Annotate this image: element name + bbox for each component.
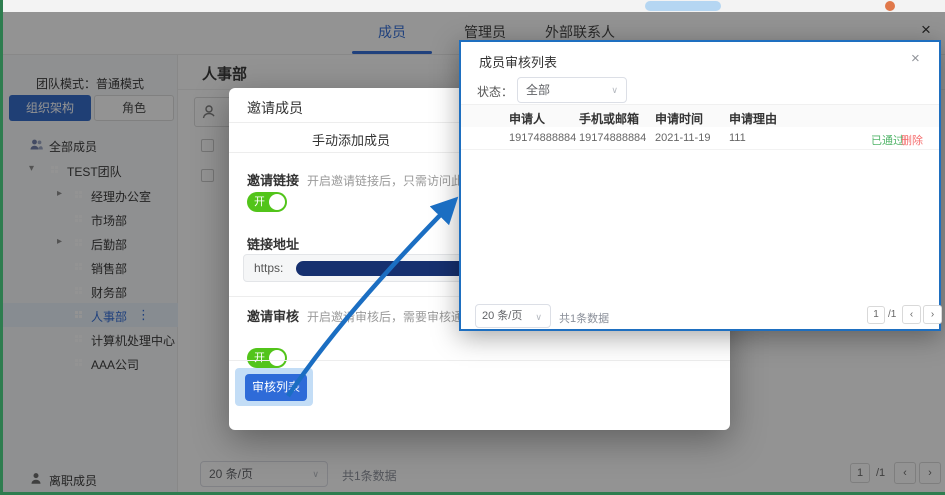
- panel-page-number-box[interactable]: 1: [867, 306, 885, 324]
- chevron-down-icon: ∨: [611, 78, 618, 102]
- invite-review-toggle[interactable]: 开: [247, 348, 287, 368]
- cell-apply-time: 2021-11-19: [655, 132, 710, 144]
- status-select[interactable]: 全部 ∨: [517, 77, 627, 103]
- screen: 成员 管理员 外部联系人 × 团队模式：普通模式 组织架构 角色 全部成员 ▾ …: [0, 0, 945, 495]
- panel-page-size-select[interactable]: 20 条/页 ∨: [475, 304, 551, 328]
- delete-link[interactable]: 删除: [901, 132, 923, 148]
- tab-manual-add[interactable]: 手动添加成员: [291, 130, 411, 149]
- frame-border-left: [0, 0, 3, 495]
- toggle-knob: [269, 194, 285, 210]
- panel-prev-page-button[interactable]: ‹: [902, 305, 921, 324]
- status-badge-approved: 已通过: [871, 132, 904, 148]
- browser-top-strip: [3, 0, 945, 12]
- review-list-button[interactable]: 审核列表: [245, 374, 307, 401]
- top-pill-decoration: [645, 1, 721, 11]
- col-apply-time: 申请时间: [655, 110, 703, 127]
- top-orange-dot: [885, 1, 895, 11]
- cell-applicant: 19174888884: [509, 132, 576, 144]
- col-phone-email: 手机或邮箱: [579, 110, 639, 127]
- panel-next-page-button[interactable]: ›: [923, 305, 942, 324]
- link-address-label: 链接地址: [247, 234, 299, 253]
- panel-total-count-text: 共1条数据: [559, 310, 609, 326]
- page-size-value: 20 条/页: [482, 310, 522, 322]
- status-label: 状态：: [477, 83, 513, 100]
- table-header-row: 申请人 手机或邮箱 申请时间 申请理由: [461, 104, 939, 127]
- invite-review-label: 邀请审核: [247, 309, 299, 324]
- panel-page-total-text: /1: [888, 309, 896, 320]
- url-prefix: https:: [254, 261, 283, 275]
- panel-title: 成员审核列表: [479, 52, 557, 71]
- col-apply-reason: 申请理由: [729, 110, 777, 127]
- col-applicant: 申请人: [509, 110, 545, 127]
- panel-close-icon[interactable]: ×: [911, 50, 920, 67]
- cell-apply-reason: 111: [729, 132, 746, 144]
- table-row: 19174888884 19174888884 2021-11-19 111 已…: [461, 127, 939, 150]
- toggle-on-label: 开: [254, 195, 265, 209]
- cell-phone-email: 19174888884: [579, 132, 646, 144]
- divider: [229, 360, 730, 361]
- toggle-knob: [269, 350, 285, 366]
- chevron-down-icon: ∨: [535, 305, 542, 329]
- member-review-panel: 成员审核列表 × 状态： 全部 ∨ 申请人 手机或邮箱 申请时间 申请理由 19…: [459, 40, 941, 331]
- modal-title: 邀请成员: [247, 98, 303, 118]
- status-value: 全部: [526, 83, 550, 97]
- invite-link-toggle[interactable]: 开: [247, 192, 287, 212]
- invite-link-label: 邀请链接: [247, 173, 299, 188]
- toggle-on-label: 开: [254, 351, 265, 365]
